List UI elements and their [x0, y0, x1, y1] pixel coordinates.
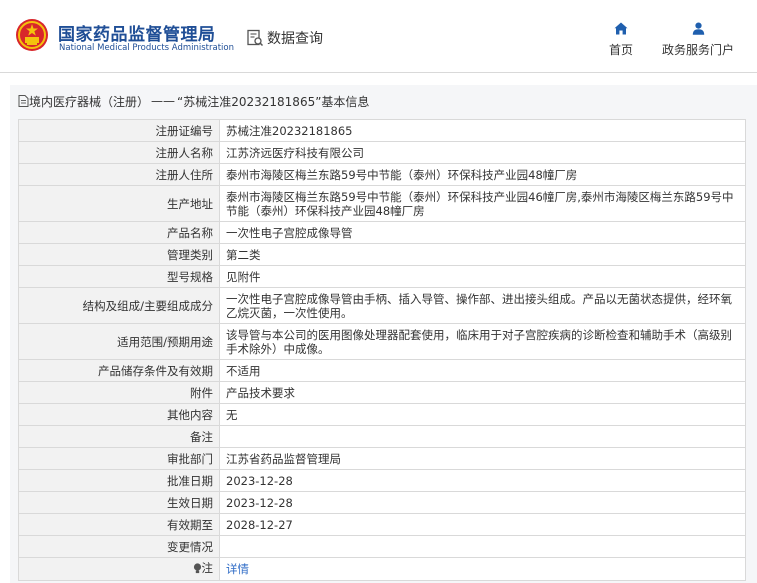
- field-label: 管理类别: [18, 243, 220, 266]
- field-label: 备注: [18, 425, 220, 448]
- field-label: 注册人名称: [18, 141, 220, 164]
- field-value: 江苏济远医疗科技有限公司: [219, 141, 746, 164]
- remark-value-cell: 详情: [219, 557, 746, 581]
- field-label: 产品储存条件及有效期: [18, 359, 220, 382]
- table-row: 审批部门 江苏省药品监督管理局: [18, 447, 746, 470]
- remark-key: 注: [193, 561, 214, 575]
- registration-info-table: 注册证编号 苏械注准20232181865 注册人名称 江苏济远医疗科技有限公司 注…: [18, 119, 746, 581]
- field-value: 苏械注准20232181865: [219, 119, 746, 142]
- nav-home-label: 首页: [608, 43, 633, 57]
- field-value: 该导管与本公司的医用图像处理器配套使用，临床用于对子宫腔疾病的诊断检查和辅助手术…: [219, 323, 746, 360]
- table-row-remark: 注 详情: [18, 557, 746, 581]
- field-label: 产品名称: [18, 221, 220, 244]
- header-divider: [0, 72, 757, 73]
- field-label: 附件: [18, 381, 220, 404]
- field-value: 2028-12-27: [219, 513, 746, 536]
- field-value: 泰州市海陵区梅兰东路59号中节能（泰州）环保科技产业园48幢厂房: [219, 163, 746, 186]
- table-row: 变更情况: [18, 535, 746, 558]
- remark-key-label: 注: [201, 561, 214, 575]
- table-row: 注册人住所 泰州市海陵区梅兰东路59号中节能（泰州）环保科技产业园48幢厂房: [18, 163, 746, 186]
- nav-service-portal[interactable]: 政务服务门户: [660, 22, 736, 58]
- field-label: 结构及组成/主要组成成分: [18, 287, 220, 324]
- document-icon: [18, 95, 29, 107]
- field-label: 其他内容: [18, 403, 220, 426]
- data-query-link[interactable]: 数据查询: [246, 28, 323, 48]
- field-value: 泰州市海陵区梅兰东路59号中节能（泰州）环保科技产业园46幢厂房,泰州市海陵区梅…: [219, 185, 746, 222]
- field-label: 适用范围/预期用途: [18, 323, 220, 360]
- field-label: 变更情况: [18, 535, 220, 558]
- field-label: 有效期至: [18, 513, 220, 536]
- field-value: 不适用: [219, 359, 746, 382]
- lightbulb-icon: [193, 562, 201, 573]
- national-emblem-icon: [16, 19, 48, 51]
- field-value: [219, 425, 746, 448]
- field-label: 型号规格: [18, 265, 220, 288]
- table-row: 生效日期 2023-12-28: [18, 491, 746, 514]
- data-query-label: 数据查询: [267, 31, 323, 47]
- field-value: 江苏省药品监督管理局: [219, 447, 746, 470]
- field-value: 见附件: [219, 265, 746, 288]
- detail-panel: 境内医疗器械（注册） —— “苏械注准20232181865”基本信息 注册证编…: [10, 85, 757, 583]
- home-icon: [614, 22, 628, 35]
- remark-label-cell: 注: [18, 557, 220, 581]
- field-label: 生效日期: [18, 491, 220, 514]
- breadcrumb-title: “苏械注准20232181865”基本信息: [177, 94, 370, 109]
- field-label: 审批部门: [18, 447, 220, 470]
- field-value: 2023-12-28: [219, 469, 746, 492]
- table-row: 型号规格 见附件: [18, 265, 746, 288]
- breadcrumb-category[interactable]: 境内医疗器械（注册）: [29, 93, 149, 110]
- nav-home[interactable]: 首页: [606, 22, 636, 58]
- org-name-cn: 国家药品监督管理局: [58, 25, 216, 45]
- table-row: 产品名称 一次性电子宫腔成像导管: [18, 221, 746, 244]
- field-value: 一次性电子宫腔成像导管: [219, 221, 746, 244]
- field-value: 一次性电子宫腔成像导管由手柄、插入导管、操作部、进出接头组成。产品以无菌状态提供…: [219, 287, 746, 324]
- field-label: 注册证编号: [18, 119, 220, 142]
- org-name-en: National Medical Products Administration: [59, 43, 234, 53]
- field-value: [219, 535, 746, 558]
- field-value: 无: [219, 403, 746, 426]
- table-row: 管理类别 第二类: [18, 243, 746, 266]
- table-row: 有效期至 2028-12-27: [18, 513, 746, 536]
- table-row: 批准日期 2023-12-28: [18, 469, 746, 492]
- table-row: 附件 产品技术要求: [18, 381, 746, 404]
- table-row: 备注: [18, 425, 746, 448]
- table-row: 产品储存条件及有效期 不适用: [18, 359, 746, 382]
- field-value: 2023-12-28: [219, 491, 746, 514]
- field-label: 生产地址: [18, 185, 220, 222]
- table-row: 注册证编号 苏械注准20232181865: [18, 119, 746, 142]
- table-row: 注册人名称 江苏济远医疗科技有限公司: [18, 141, 746, 164]
- field-value: 产品技术要求: [219, 381, 746, 404]
- breadcrumb-separator: ——: [151, 94, 176, 108]
- field-label: 批准日期: [18, 469, 220, 492]
- table-row: 生产地址 泰州市海陵区梅兰东路59号中节能（泰州）环保科技产业园46幢厂房,泰州市…: [18, 185, 746, 222]
- field-value: 第二类: [219, 243, 746, 266]
- breadcrumb: 境内医疗器械（注册） —— “苏械注准20232181865”基本信息: [18, 91, 369, 111]
- document-search-icon: [247, 29, 264, 47]
- table-row: 结构及组成/主要组成成分 一次性电子宫腔成像导管由手柄、插入导管、操作部、进出接头…: [18, 287, 746, 324]
- details-link[interactable]: 详情: [226, 562, 249, 576]
- site-header: 国家药品监督管理局 National Medical Products Admi…: [0, 0, 757, 72]
- table-row: 其他内容无: [18, 403, 746, 426]
- user-icon: [692, 22, 704, 35]
- field-label: 注册人住所: [18, 163, 220, 186]
- nav-service-portal-label: 政务服务门户: [661, 43, 734, 57]
- table-row: 适用范围/预期用途 该导管与本公司的医用图像处理器配套使用，临床用于对子宫腔疾病的…: [18, 323, 746, 360]
